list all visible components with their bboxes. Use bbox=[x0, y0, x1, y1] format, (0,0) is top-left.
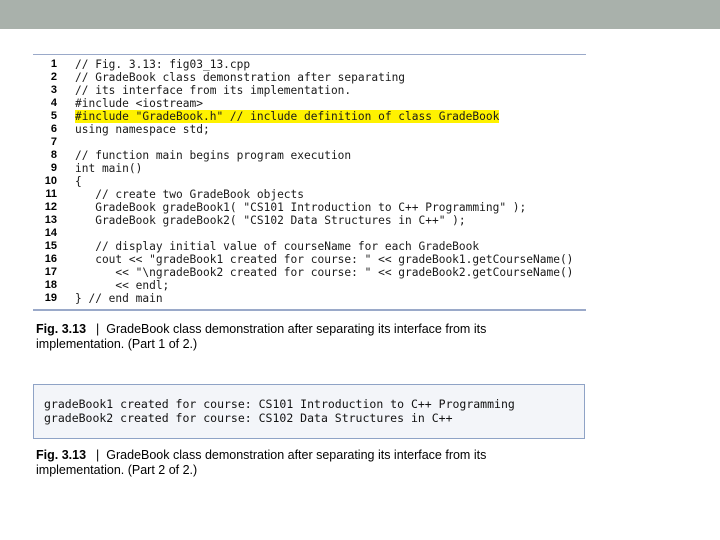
line-number: 16 bbox=[44, 253, 57, 265]
code-text: // function main begins program executio… bbox=[75, 149, 352, 162]
code-text: cout << "gradeBook1 created for course: … bbox=[75, 253, 574, 266]
caption-text: GradeBook class demonstration after sepa… bbox=[36, 448, 487, 477]
code-listing: 1 // Fig. 3.13: fig03_13.cpp 2 // GradeBoo… bbox=[33, 54, 586, 311]
line-number: 19 bbox=[44, 292, 57, 304]
code-text: GradeBook gradeBook2( "CS102 Data Struct… bbox=[75, 214, 466, 227]
code-line: 11 // create two GradeBook objects bbox=[33, 188, 586, 201]
code-text: } // end main bbox=[75, 292, 163, 305]
caption-separator: | bbox=[96, 448, 100, 462]
figure-caption-part2: Fig. 3.13 | GradeBook class demonstration … bbox=[36, 448, 506, 478]
line-number: 6 bbox=[50, 123, 57, 135]
code-line: 16 cout << "gradeBook1 created for cours… bbox=[33, 253, 586, 266]
line-number: 1 bbox=[50, 58, 57, 70]
code-line: 2 // GradeBook class demonstration after … bbox=[33, 71, 586, 84]
caption-separator: | bbox=[96, 322, 100, 336]
line-number: 10 bbox=[44, 175, 57, 187]
code-text: int main() bbox=[75, 162, 143, 175]
code-line: 13 GradeBook gradeBook2( "CS102 Data Str… bbox=[33, 214, 586, 227]
line-number: 3 bbox=[50, 84, 57, 96]
code-line: 1 // Fig. 3.13: fig03_13.cpp bbox=[33, 58, 586, 71]
line-number: 15 bbox=[44, 240, 57, 252]
figure-label: Fig. 3.13 bbox=[36, 322, 87, 336]
line-number: 9 bbox=[50, 162, 57, 174]
line-number: 13 bbox=[44, 214, 57, 226]
code-text: // Fig. 3.13: fig03_13.cpp bbox=[75, 58, 251, 71]
code-line: 4 #include <iostream> bbox=[33, 97, 586, 110]
code-line: 3 // its interface from its implementatio… bbox=[33, 84, 586, 97]
output-line: gradeBook1 created for course: CS101 Int… bbox=[44, 397, 515, 411]
top-bar bbox=[0, 0, 720, 29]
line-number: 2 bbox=[50, 71, 57, 83]
code-text: << endl; bbox=[75, 279, 170, 292]
code-text-highlighted: #include "GradeBook.h" // include defini… bbox=[75, 110, 500, 123]
line-number: 5 bbox=[50, 110, 57, 122]
line-number: 17 bbox=[44, 266, 57, 278]
code-line: 18 << endl; bbox=[33, 279, 586, 292]
line-number: 8 bbox=[50, 149, 57, 161]
figure-label: Fig. 3.13 bbox=[36, 448, 87, 462]
code-line: 7 bbox=[33, 136, 586, 149]
code-text: // display initial value of courseName f… bbox=[75, 240, 480, 253]
code-line: 12 GradeBook gradeBook1( "CS101 Introduc… bbox=[33, 201, 586, 214]
line-number: 11 bbox=[45, 188, 57, 200]
code-text: // GradeBook class demonstration after s… bbox=[75, 71, 406, 84]
code-line: 10 { bbox=[33, 175, 586, 188]
program-output: gradeBook1 created for course: CS101 Int… bbox=[33, 384, 585, 439]
code-line: 17 << "\ngradeBook2 created for course: … bbox=[33, 266, 586, 279]
code-text: { bbox=[75, 175, 82, 188]
code-text: // its interface from its implementation… bbox=[75, 84, 352, 97]
code-text: #include <iostream> bbox=[75, 97, 203, 110]
code-line: 8 // function main begins program executi… bbox=[33, 149, 586, 162]
output-line: gradeBook2 created for course: CS102 Dat… bbox=[44, 411, 453, 425]
code-line: 19 } // end main bbox=[33, 292, 586, 305]
code-text: // create two GradeBook objects bbox=[75, 188, 305, 201]
figure-caption-part1: Fig. 3.13 | GradeBook class demonstration … bbox=[36, 322, 506, 352]
code-text: << "\ngradeBook2 created for course: " <… bbox=[75, 266, 574, 279]
line-number: 4 bbox=[50, 97, 57, 109]
line-number: 12 bbox=[44, 201, 57, 213]
caption-text: GradeBook class demonstration after sepa… bbox=[36, 322, 487, 351]
code-line: 9 int main() bbox=[33, 162, 586, 175]
code-line: 14 bbox=[33, 227, 586, 240]
code-line-highlighted: 5 #include "GradeBook.h" // include defin… bbox=[33, 110, 586, 123]
line-number: 14 bbox=[44, 227, 57, 239]
code-text: using namespace std; bbox=[75, 123, 210, 136]
line-number: 7 bbox=[50, 136, 57, 148]
code-text: GradeBook gradeBook1( "CS101 Introductio… bbox=[75, 201, 527, 214]
line-number: 18 bbox=[44, 279, 57, 291]
code-line: 15 // display initial value of courseNam… bbox=[33, 240, 586, 253]
code-line: 6 using namespace std; bbox=[33, 123, 586, 136]
